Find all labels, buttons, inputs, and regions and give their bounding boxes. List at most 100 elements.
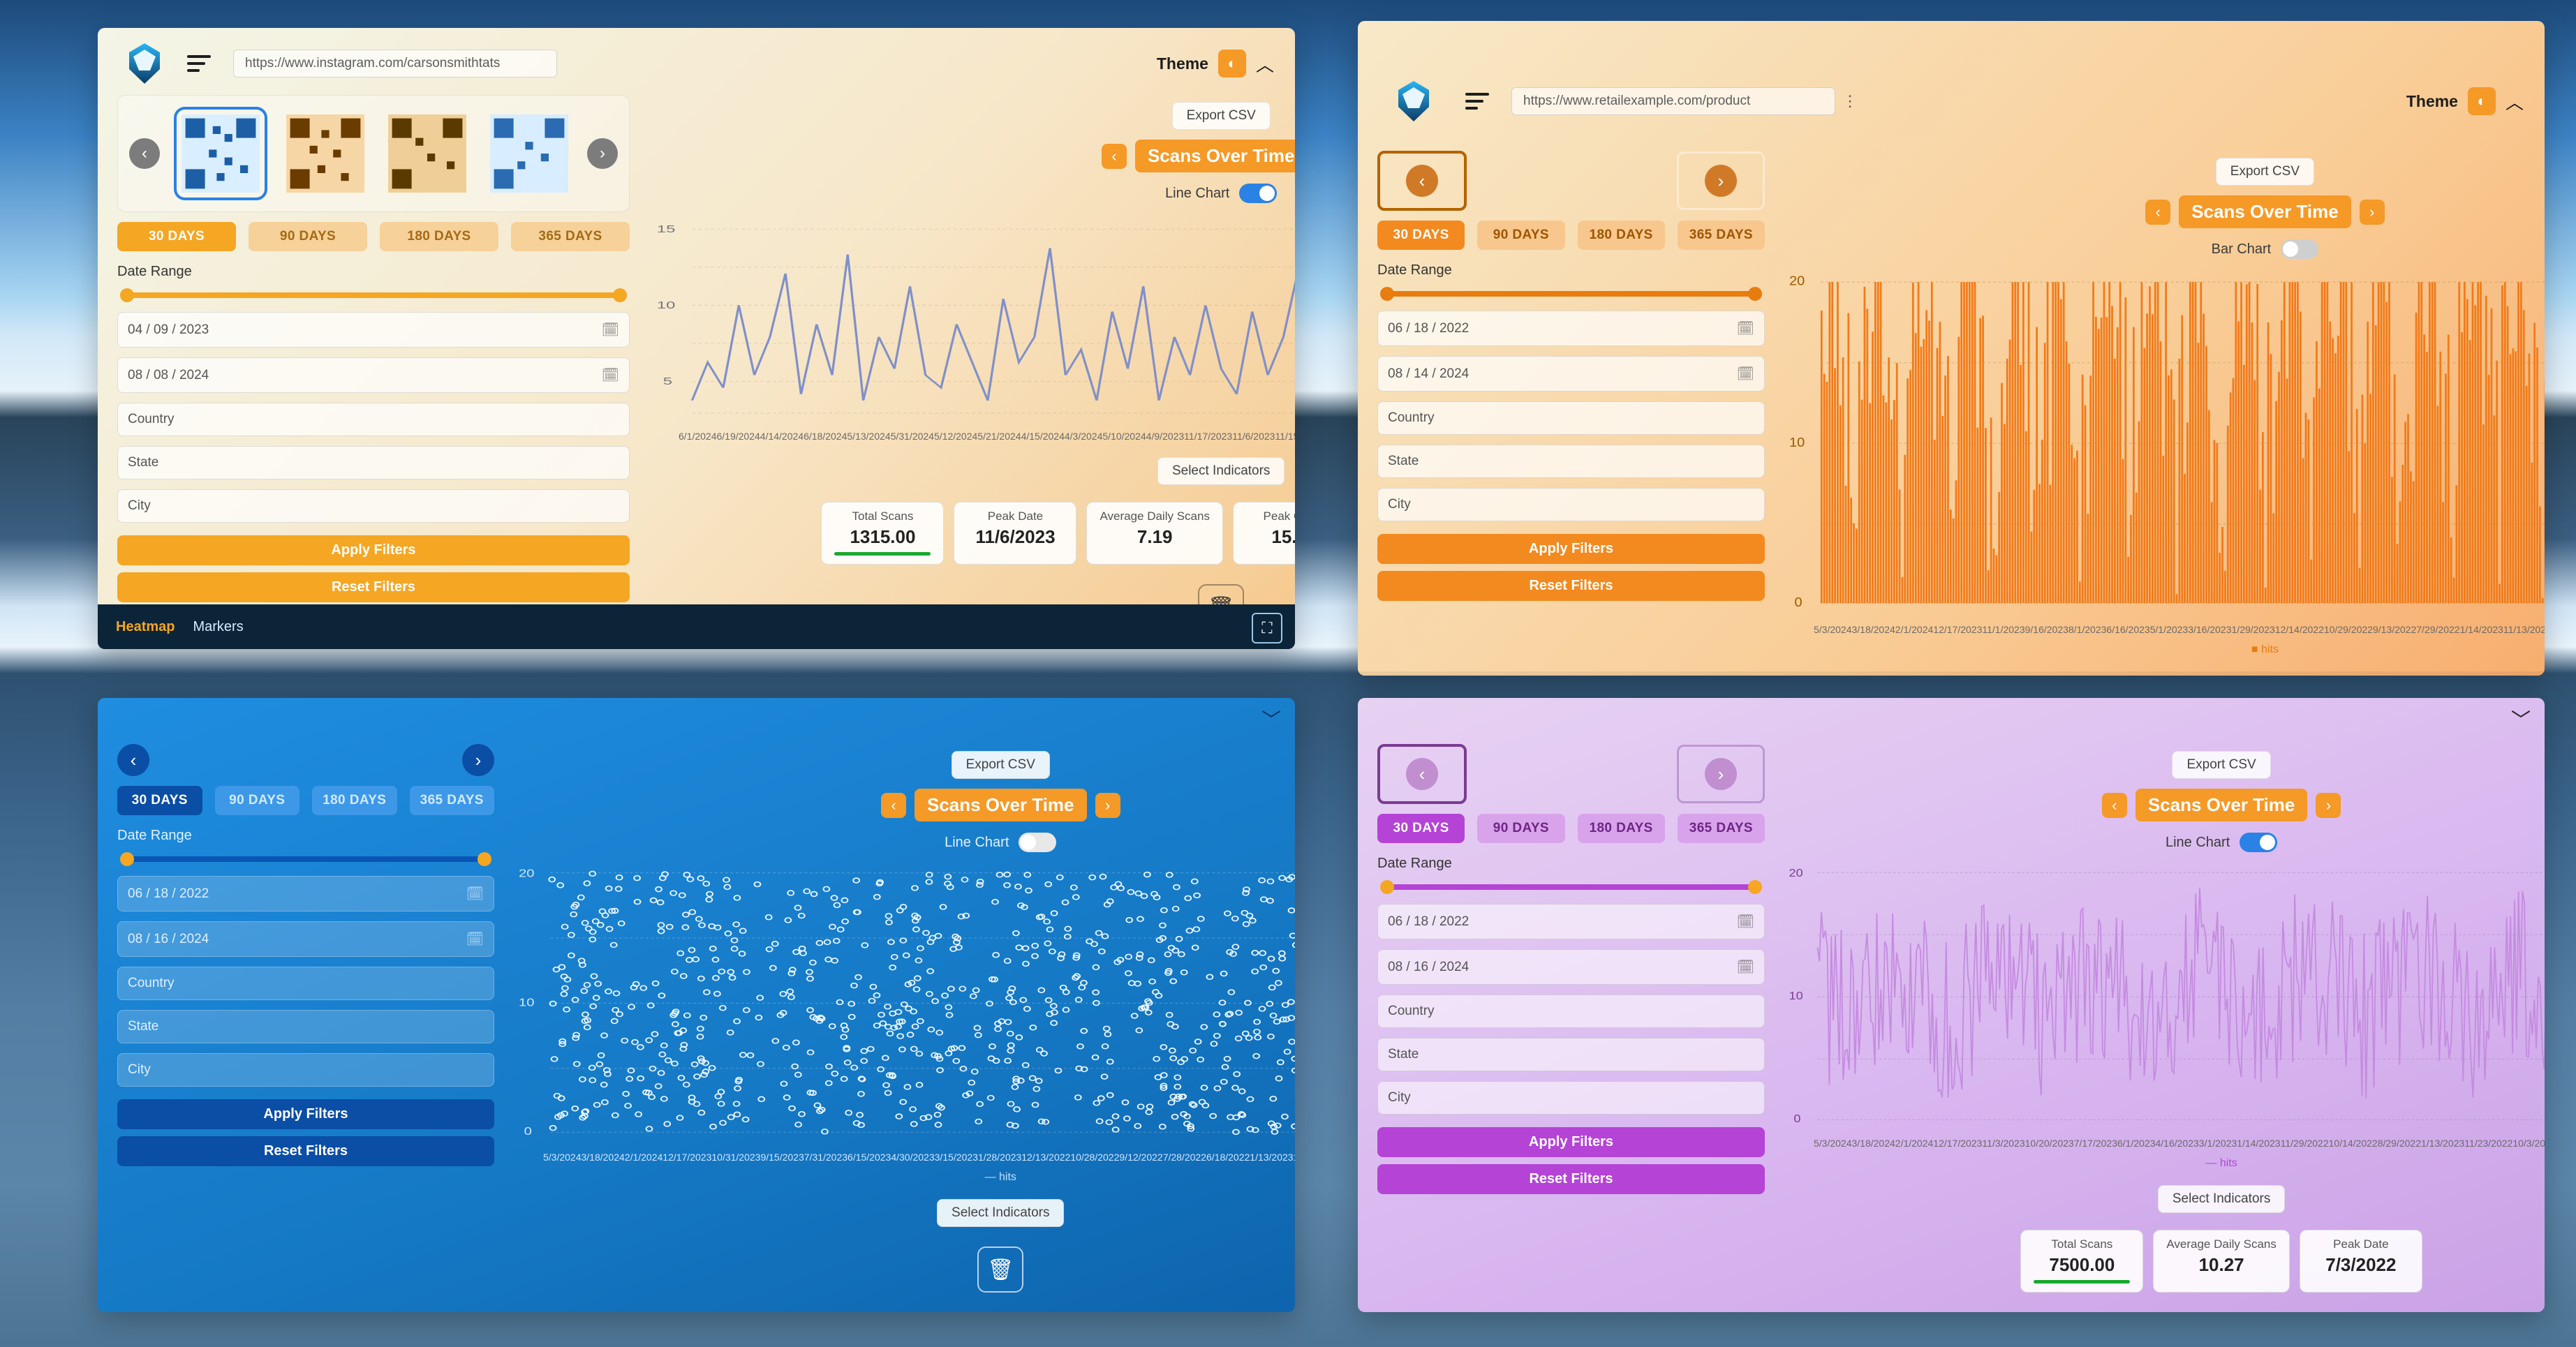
apply-filters-button[interactable]: Apply Filters (117, 1099, 494, 1129)
state-input[interactable]: State (1377, 445, 1765, 478)
url-display[interactable]: https://www.retailexample.com/product (1511, 87, 1835, 115)
date-from-input[interactable]: 04 / 09 / 2023🗓 (117, 312, 630, 348)
chart-canvas[interactable]: 15 10 5 (651, 210, 1295, 419)
city-input[interactable]: City (1377, 1081, 1765, 1115)
date-range-slider[interactable] (123, 856, 489, 862)
chart-type-toggle[interactable] (1239, 184, 1277, 203)
country-input[interactable]: Country (1377, 401, 1765, 435)
chart-prev-button[interactable]: ‹ (1102, 144, 1127, 169)
city-input[interactable]: City (117, 489, 630, 523)
collapse-icon[interactable]: ︿ (1256, 51, 1274, 77)
url-display[interactable]: https://www.instagram.com/carsonsmithtat… (233, 50, 557, 77)
state-input[interactable]: State (1377, 1038, 1765, 1071)
date-range-slider[interactable] (1383, 291, 1759, 297)
fullscreen-icon[interactable]: ⛶ (1252, 613, 1282, 643)
carousel-next-button[interactable]: › (1705, 758, 1737, 790)
chart-type-toggle[interactable] (2240, 833, 2277, 852)
delete-button[interactable]: 🗑 (977, 1246, 1023, 1293)
btn-180-days[interactable]: 180 DAYS (1578, 221, 1665, 250)
btn-180-days[interactable]: 180 DAYS (380, 222, 498, 251)
select-indicators-button[interactable]: Select Indicators (937, 1199, 1064, 1227)
collapse-icon[interactable]: ﹀ (2511, 705, 2531, 733)
markers-tab[interactable]: Markers (193, 619, 243, 635)
qr-prev-button[interactable]: ‹ (129, 138, 160, 169)
carousel-prev-button[interactable]: ‹ (117, 744, 149, 776)
carousel-next-button[interactable]: › (462, 744, 494, 776)
apply-filters-button[interactable]: Apply Filters (1377, 534, 1765, 564)
qr-item-2[interactable] (281, 110, 369, 198)
btn-30-days[interactable]: 30 DAYS (117, 222, 236, 251)
btn-90-days[interactable]: 90 DAYS (1477, 221, 1564, 250)
export-csv-button[interactable]: Export CSV (1172, 102, 1271, 130)
apply-filters-button[interactable]: Apply Filters (1377, 1127, 1765, 1157)
chart-prev-button[interactable]: ‹ (2145, 200, 2170, 225)
chart-type-toggle[interactable] (2281, 239, 2318, 259)
btn-365-days[interactable]: 365 DAYS (1678, 221, 1765, 250)
date-range-slider[interactable] (123, 292, 624, 298)
qr-item-1[interactable] (174, 107, 267, 200)
country-input[interactable]: Country (117, 967, 494, 1000)
btn-30-days[interactable]: 30 DAYS (117, 786, 202, 815)
chart-next-button[interactable]: › (2360, 200, 2385, 225)
heatmap-tab[interactable]: Heatmap (116, 619, 175, 635)
btn-180-days[interactable]: 180 DAYS (312, 786, 397, 815)
carousel-prev-button[interactable]: ‹ (1406, 165, 1438, 197)
export-csv-button[interactable]: Export CSV (2172, 751, 2270, 779)
chart-next-button[interactable]: › (2316, 793, 2341, 818)
reset-filters-button[interactable]: Reset Filters (117, 572, 630, 602)
export-csv-button[interactable]: Export CSV (952, 751, 1050, 779)
date-from-input[interactable]: 06 / 18 / 2022🗓 (1377, 904, 1765, 939)
chart-type-toggle[interactable] (1019, 833, 1056, 852)
city-input[interactable]: City (117, 1053, 494, 1087)
reset-filters-button[interactable]: Reset Filters (1377, 571, 1765, 601)
qr-item-4[interactable] (485, 110, 573, 198)
chart-canvas[interactable]: 20 10 0 (1786, 266, 2545, 613)
menu-icon[interactable] (187, 55, 215, 72)
menu-icon[interactable] (1465, 93, 1493, 110)
date-to-input[interactable]: 08 / 16 / 2024🗓 (1377, 949, 1765, 985)
carousel-next-button[interactable]: › (1705, 165, 1737, 197)
btn-90-days[interactable]: 90 DAYS (249, 222, 367, 251)
country-input[interactable]: Country (1377, 995, 1765, 1028)
country-input[interactable]: Country (117, 403, 630, 436)
btn-30-days[interactable]: 30 DAYS (1377, 221, 1465, 250)
qr-item-3[interactable] (383, 110, 471, 198)
btn-30-days[interactable]: 30 DAYS (1377, 814, 1465, 843)
date-to-input[interactable]: 08 / 16 / 2024🗓 (117, 921, 494, 957)
date-to-input[interactable]: 08 / 08 / 2024🗓 (117, 357, 630, 393)
btn-90-days[interactable]: 90 DAYS (215, 786, 300, 815)
date-from-input[interactable]: 06 / 18 / 2022🗓 (117, 876, 494, 911)
theme-switch[interactable]: ◐ (2468, 87, 2496, 115)
state-input[interactable]: State (117, 1010, 494, 1043)
btn-365-days[interactable]: 365 DAYS (1678, 814, 1765, 843)
reset-filters-button[interactable]: Reset Filters (1377, 1164, 1765, 1194)
select-indicators-button[interactable]: Select Indicators (1157, 457, 1285, 485)
date-from-input[interactable]: 06 / 18 / 2022🗓 (1377, 311, 1765, 346)
city-input[interactable]: City (1377, 488, 1765, 521)
reset-filters-button[interactable]: Reset Filters (117, 1136, 494, 1166)
x-tick: 5/10/2024 (1102, 431, 1146, 442)
btn-365-days[interactable]: 365 DAYS (410, 786, 495, 815)
state-input[interactable]: State (117, 446, 630, 479)
collapse-icon[interactable]: ﹀ (1261, 705, 1281, 733)
x-tick: 1/13/2023 (2421, 1138, 2464, 1149)
chart-canvas[interactable]: 20 10 0 (515, 859, 1295, 1140)
url-more-icon[interactable]: ⋮ (1842, 92, 1858, 110)
btn-180-days[interactable]: 180 DAYS (1578, 814, 1665, 843)
apply-filters-button[interactable]: Apply Filters (117, 535, 630, 565)
carousel-prev-button[interactable]: ‹ (1406, 758, 1438, 790)
collapse-icon[interactable]: ︿ (2505, 89, 2524, 114)
chart-prev-button[interactable]: ‹ (881, 793, 906, 818)
btn-90-days[interactable]: 90 DAYS (1477, 814, 1564, 843)
date-to-input[interactable]: 08 / 14 / 2024🗓 (1377, 356, 1765, 392)
chart-canvas[interactable]: 20 10 0 (1786, 859, 2545, 1126)
calendar-icon: 🗓 (602, 366, 619, 384)
chart-next-button[interactable]: › (1095, 793, 1120, 818)
select-indicators-button[interactable]: Select Indicators (2158, 1185, 2285, 1213)
btn-365-days[interactable]: 365 DAYS (511, 222, 630, 251)
qr-next-button[interactable]: › (587, 138, 618, 169)
export-csv-button[interactable]: Export CSV (2216, 158, 2314, 186)
date-range-slider[interactable] (1383, 884, 1759, 890)
theme-switch[interactable]: ◐ (1218, 50, 1246, 77)
chart-prev-button[interactable]: ‹ (2102, 793, 2127, 818)
